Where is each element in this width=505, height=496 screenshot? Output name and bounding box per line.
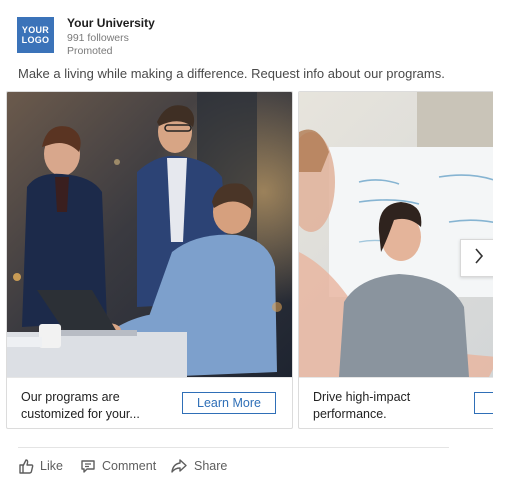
comment-icon [80, 458, 96, 474]
divider [18, 447, 449, 448]
share-button[interactable]: Share [170, 458, 227, 474]
card-headline: Drive high-impact performance. [313, 389, 463, 423]
card-headline-line2: performance. [313, 407, 387, 421]
promoted-label: Promoted [67, 45, 113, 57]
comment-button[interactable]: Comment [80, 458, 156, 474]
card-caption: Drive high-impact performance. L [299, 377, 493, 428]
card-caption: Our programs are customized for your... … [7, 377, 292, 428]
card-image-classroom[interactable] [299, 92, 493, 377]
follower-count: 991 followers [67, 32, 129, 44]
card-headline-line1: Our programs are [21, 390, 120, 404]
card-image-meeting[interactable] [7, 92, 292, 377]
learn-more-button[interactable]: Learn More [182, 392, 276, 414]
carousel: Our programs are customized for your... … [6, 91, 493, 429]
like-button[interactable]: Like [18, 458, 63, 474]
card-headline: Our programs are customized for your... [21, 389, 171, 423]
company-name[interactable]: Your University [67, 16, 155, 30]
logo-text-line1: YOUR [21, 25, 50, 35]
share-label: Share [194, 459, 228, 473]
carousel-next-button[interactable] [460, 239, 493, 277]
thumbs-up-icon [18, 458, 34, 474]
share-arrow-icon [170, 458, 188, 474]
logo-text-line2: LOGO [21, 35, 50, 45]
card-headline-line2: customized for your... [21, 407, 140, 421]
company-logo[interactable]: YOUR LOGO [17, 17, 54, 53]
learn-more-button[interactable]: L [474, 392, 493, 414]
comment-label: Comment [102, 459, 157, 473]
post-text: Make a living while making a difference.… [18, 66, 445, 81]
carousel-card[interactable]: Our programs are customized for your... … [6, 91, 293, 429]
card-headline-line1: Drive high-impact [313, 390, 411, 404]
sponsored-post: YOUR LOGO Your University 991 followers … [0, 0, 505, 496]
chevron-right-icon [473, 247, 485, 270]
like-label: Like [40, 459, 63, 473]
